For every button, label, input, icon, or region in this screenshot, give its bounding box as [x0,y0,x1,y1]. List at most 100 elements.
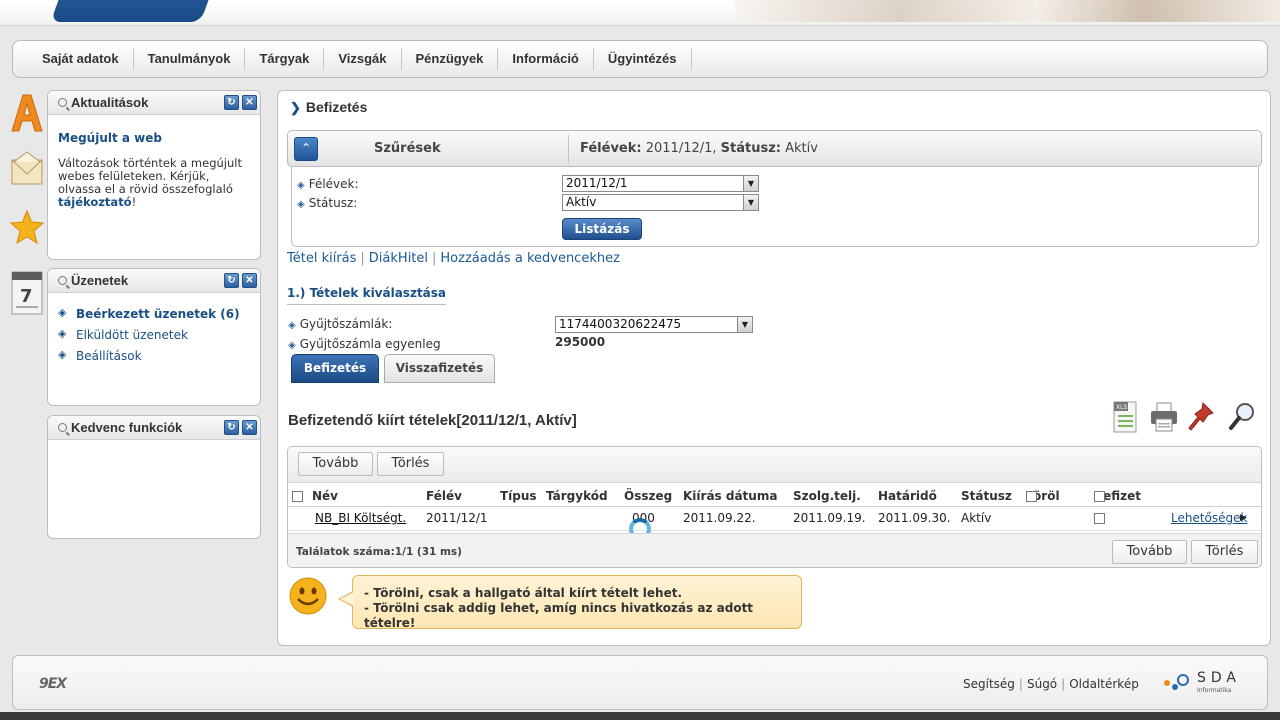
news-widget: Aktualitások ↻ ✕ Megújult a web Változás… [47,90,261,260]
col-name[interactable]: Név [312,489,338,503]
favorites-widget-header: Kedvenc funkciók ↻ ✕ [48,416,260,440]
col-amount[interactable]: Összeg [624,489,672,503]
col-issue-date[interactable]: Kiírás dátuma [683,489,777,503]
row-service-date: 2011.09.19. [793,511,866,525]
account-select-value: 1174400320622475 [559,317,682,331]
row-issue-date: 2011.09.22. [683,511,756,525]
pin-icon[interactable] [1186,400,1216,434]
messages-settings-link[interactable]: Beállítások [58,348,250,363]
filter-summary: Félévek: 2011/12/1, Státusz: Aktív [580,141,818,156]
status-select-value: Aktív [566,195,597,209]
nav-item-studies[interactable]: Tanulmányok [134,48,246,70]
messages-sent-link[interactable]: Elküldött üzenetek [58,327,250,342]
favorites-widget-title: Kedvenc funkciók [71,420,183,435]
sitemap-link[interactable]: Oldaltérkép [1069,677,1139,691]
filter-bar: ⌃ Szűrések Félévek: 2011/12/1, Státusz: … [287,130,1262,167]
col-deadline[interactable]: Határidő [878,489,937,503]
sda-brand: SDA [1197,670,1241,686]
news-info-link[interactable]: tájékoztató [58,195,132,209]
item-issue-link[interactable]: Tétel kiírás [287,251,356,266]
filter-label: Szűrések [374,141,441,156]
row-status: Aktív [961,511,992,525]
refresh-icon[interactable]: ↻ [224,273,239,288]
close-icon[interactable]: ✕ [242,420,257,435]
semester-select[interactable]: 2011/12/1 ▼ [562,175,759,192]
close-icon[interactable]: ✕ [242,273,257,288]
main-nav: Saját adatok Tanulmányok Tárgyak Vizsgák… [12,40,1268,78]
delete-button[interactable]: Törlés [377,452,444,476]
taskbar-strip [0,712,1280,720]
status-label: Státusz: [297,196,358,210]
summary-status-value: Aktív [785,141,818,156]
magnifier-icon [58,423,67,432]
messages-widget-header: Üzenetek ↻ ✕ [48,269,260,293]
list-title: Befizetendő kiírt tételek[2011/12/1, Akt… [288,412,577,429]
nav-item-information[interactable]: Információ [498,48,594,70]
col-service-date[interactable]: Szolg.telj. [793,489,861,503]
messages-inbox-link[interactable]: Beérkezett üzenetek (6) [58,306,250,321]
manual-link[interactable]: Súgó [1027,677,1057,691]
next-button[interactable]: Tovább [298,452,373,476]
tab-payment[interactable]: Befizetés [291,354,379,383]
magnifier-icon [58,276,67,285]
col-semester[interactable]: Félév [426,489,462,503]
student-loan-link[interactable]: DiákHitel [369,251,428,266]
chevron-right-icon: ❯ [290,100,301,115]
summary-semester-label: Félévek: [580,141,642,156]
top-banner [0,0,1280,26]
action-links: Tétel kiírás | DiákHitel | Hozzáadás a kedve… [287,251,620,266]
pay-all-checkbox[interactable] [1094,491,1105,502]
col-delete[interactable]: Töröl [1026,489,1060,503]
excel-export-icon[interactable]: XLS [1111,400,1141,434]
sda-logo: SDA Informatika [1161,670,1261,696]
table-row: NB_BI Költségt. 2011/12/1 000 2011.09.22… [288,509,1261,531]
list-button[interactable]: Listázás [562,218,642,240]
col-type[interactable]: Típus [500,489,537,503]
row-name-link[interactable]: NB_BI Költségt. [315,511,406,525]
refresh-icon[interactable]: ↻ [224,420,239,435]
add-to-favorites-link[interactable]: Hozzáadás a kedvencekhez [440,251,620,266]
nav-item-exams[interactable]: Vizsgák [324,48,402,70]
account-select[interactable]: 1174400320622475 ▼ [555,316,753,333]
magnifier-icon [58,98,67,107]
status-select[interactable]: Aktív ▼ [562,194,759,211]
envelope-side-icon[interactable] [10,150,48,192]
col-pay[interactable]: Befizet [1094,489,1141,503]
calendar-side-icon[interactable]: 7 [10,268,48,315]
delete-button-bottom[interactable]: Törlés [1191,540,1258,564]
filter-divider [568,135,569,163]
collapse-up-icon[interactable]: ⌃ [294,137,318,161]
next-button-bottom[interactable]: Tovább [1112,540,1187,564]
help-link[interactable]: Segítség [963,677,1015,691]
footer-logo: 9EX [39,676,67,692]
nav-item-finances[interactable]: Pénzügyek [402,48,499,70]
news-suffix: ! [131,195,137,209]
semester-label: Félévek: [297,177,359,191]
news-headline: Megújult a web [58,131,162,145]
star-side-icon[interactable] [9,208,47,250]
printer-icon[interactable] [1149,400,1179,434]
balance-label: Gyűjtőszámla egyenleg [288,337,441,351]
summary-status-label: Státusz: [720,141,781,156]
news-text: Változások történtek a megújult webes fe… [58,157,250,209]
smiley-icon [288,576,328,616]
col-status[interactable]: Státusz [961,489,1012,503]
sda-brand-sub: Informatika [1197,687,1232,694]
news-widget-header: Aktualitások ↻ ✕ [48,91,260,115]
news-side-icon[interactable] [10,93,48,135]
col-subject-code[interactable]: Tárgykód [546,489,608,503]
svg-text:XLS: XLS [1116,404,1127,411]
close-icon[interactable]: ✕ [242,95,257,110]
chevron-down-icon: ▼ [737,317,752,332]
tab-refund[interactable]: Visszafizetés [384,354,495,383]
refresh-icon[interactable]: ↻ [224,95,239,110]
items-grid: Tovább Törlés Név Félév Típus Tárgykód Ö… [287,446,1262,568]
search-icon[interactable] [1227,400,1257,434]
svg-text:7: 7 [20,286,33,307]
row-options-link[interactable]: Lehetőségek [1171,511,1247,525]
delete-all-checkbox[interactable] [1026,491,1037,502]
tip-line-2: - Törölni csak addig lehet, amíg nincs h… [364,601,754,630]
nav-item-administration[interactable]: Ügyintézés [594,48,692,70]
nav-item-personal-data[interactable]: Saját adatok [31,48,134,70]
nav-item-subjects[interactable]: Tárgyak [245,48,325,70]
